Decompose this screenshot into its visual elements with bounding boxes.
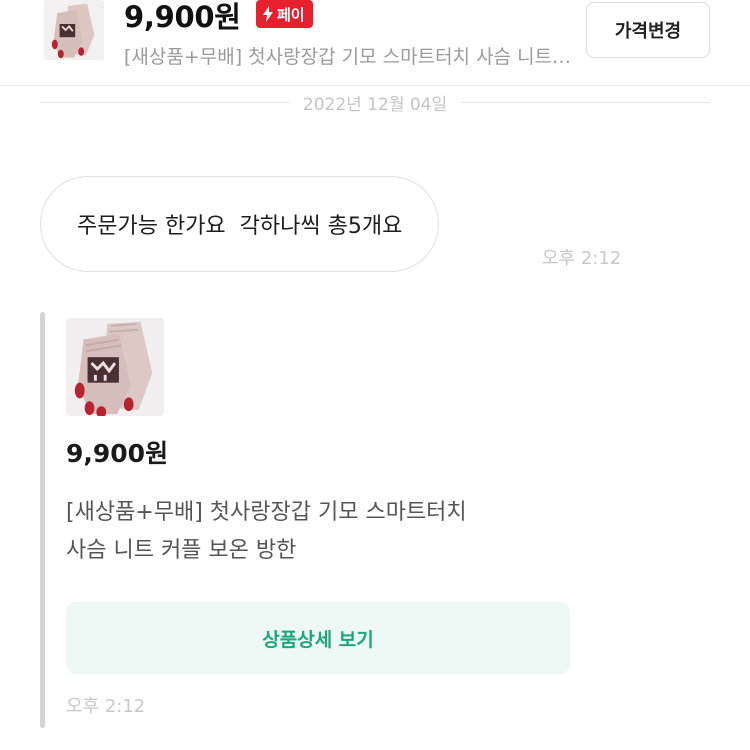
product-card-timestamp: 오후 2:12 (66, 696, 146, 717)
product-thumbnail[interactable] (44, 0, 104, 60)
pay-badge: 페이 (256, 0, 313, 28)
price-change-button[interactable]: 가격변경 (586, 2, 710, 58)
product-header: 9,900원 페이 [새상품+무배] 첫사랑장갑 기모 스마트터치 사슴 니트 … (0, 0, 750, 86)
product-card-accent-bar (40, 312, 45, 728)
product-card-image[interactable] (66, 318, 164, 416)
date-separator-text: 2022년 12월 04일 (302, 94, 448, 115)
message-timestamp: 오후 2:12 (542, 248, 622, 269)
date-separator-line-right (461, 101, 711, 103)
product-card-price: 9,900원 (66, 439, 169, 468)
view-product-detail-button[interactable]: 상품상세 보기 (66, 602, 570, 674)
lightning-icon (263, 6, 273, 22)
message-text: 주문가능 한가요 각하나씩 총5개요 (77, 214, 403, 239)
pay-badge-label: 페이 (277, 5, 305, 24)
product-card-title-line-2: 사슴 니트 커플 보온 방한 (66, 538, 297, 563)
date-separator: 2022년 12월 04일 (40, 88, 711, 116)
gloves-product-image (44, 0, 104, 60)
header-price: 9,900원 (124, 0, 241, 34)
incoming-message-bubble[interactable]: 주문가능 한가요 각하나씩 총5개요 (40, 176, 440, 272)
product-card-title: [새상품+무배] 첫사랑장갑 기모 스마트터치 사슴 니트 커플 보온 방한 (66, 494, 566, 570)
date-separator-line-left (40, 101, 289, 103)
product-card-title-line-1: [새상품+무배] 첫사랑장갑 기모 스마트터치 (66, 500, 467, 525)
header-product-title[interactable]: [새상품+무배] 첫사랑장갑 기모 스마트터치 사슴 니트 커플 보온 방한 (124, 42, 574, 69)
gloves-product-image (66, 318, 164, 416)
